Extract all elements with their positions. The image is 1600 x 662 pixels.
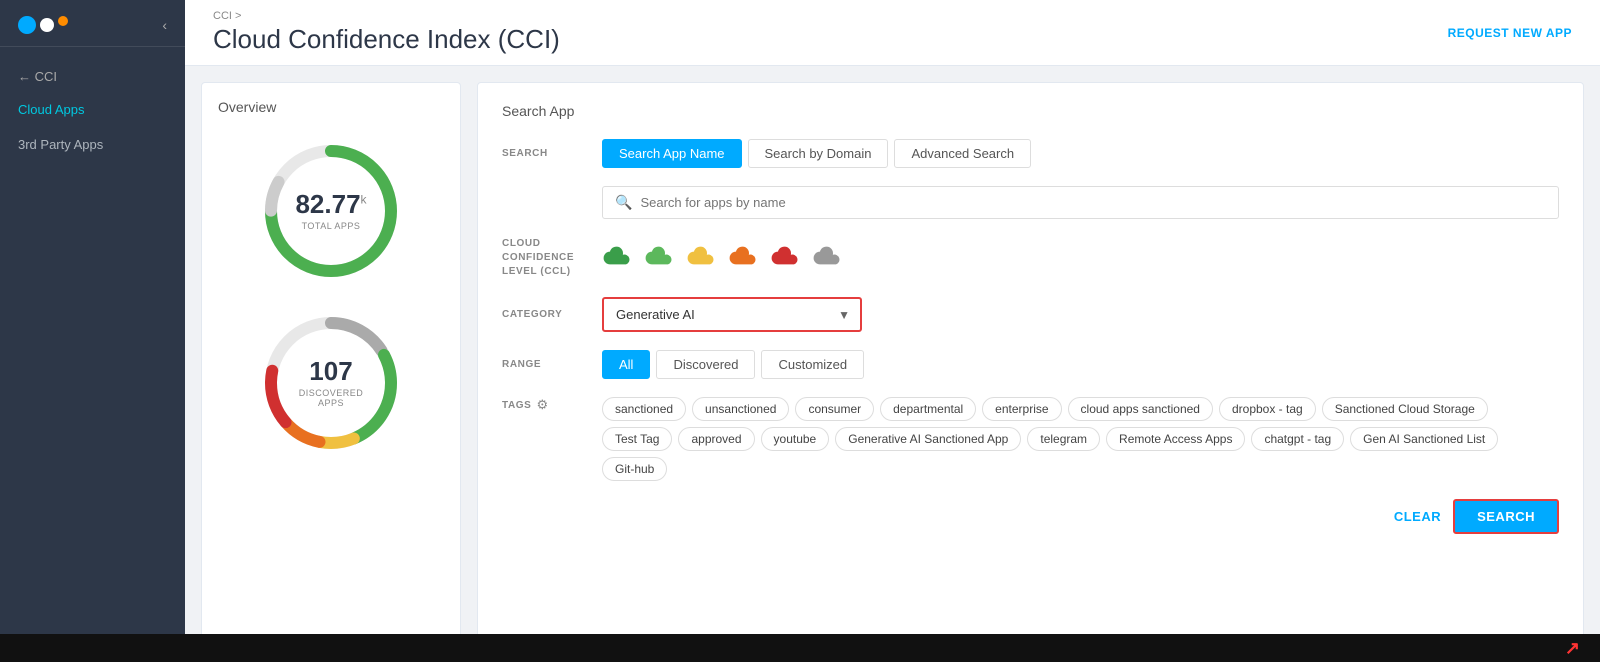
breadcrumb: CCI > xyxy=(213,10,560,22)
range-tab-all[interactable]: All xyxy=(602,350,650,379)
logo-circle-blue xyxy=(18,16,36,34)
page-title: Cloud Confidence Index (CCI) xyxy=(213,24,560,55)
category-select[interactable]: Generative AI Cloud Storage Collaboratio… xyxy=(604,299,828,330)
tag-item[interactable]: chatgpt - tag xyxy=(1251,427,1344,451)
discovered-apps-donut: 107 DISCOVERED APPS xyxy=(251,303,411,463)
total-apps-label: TOTAL APPS xyxy=(295,221,366,231)
sidebar-item-third-party-apps[interactable]: 3rd Party Apps xyxy=(0,127,185,162)
header-left: CCI > Cloud Confidence Index (CCI) xyxy=(213,10,560,55)
tags-label-wrap: TAGS ⚙ xyxy=(502,397,602,413)
cloud-gray[interactable] xyxy=(812,246,844,270)
sidebar-nav: ← CCI Cloud Apps 3rd Party Apps xyxy=(0,47,185,176)
sidebar-back-button[interactable]: ← CCI xyxy=(0,61,185,92)
tag-item[interactable]: Sanctioned Cloud Storage xyxy=(1322,397,1488,421)
actions-row: CLEAR SEARCH xyxy=(502,499,1559,534)
total-apps-donut: 82.77k TOTAL APPS xyxy=(251,131,411,291)
search-label: SEARCH xyxy=(502,148,602,159)
total-apps-center: 82.77k TOTAL APPS xyxy=(295,191,366,231)
tag-item[interactable]: cloud apps sanctioned xyxy=(1068,397,1213,421)
tag-item[interactable]: unsanctioned xyxy=(692,397,789,421)
search-button[interactable]: SEARCH xyxy=(1453,499,1559,534)
range-tab-customized[interactable]: Customized xyxy=(761,350,864,379)
cloud-green-light[interactable] xyxy=(644,246,676,270)
logo-circle-white xyxy=(40,18,54,32)
search-tabs: Search App Name Search by Domain Advance… xyxy=(602,139,1031,168)
logo-circle-orange xyxy=(58,16,68,26)
cloud-orange[interactable] xyxy=(728,246,760,270)
tag-item[interactable]: sanctioned xyxy=(602,397,686,421)
tab-advanced-search[interactable]: Advanced Search xyxy=(894,139,1031,168)
category-label: CATEGORY xyxy=(502,309,602,320)
cloud-yellow[interactable] xyxy=(686,246,718,270)
logo xyxy=(18,16,68,34)
overview-title: Overview xyxy=(218,99,276,115)
gear-icon[interactable]: ⚙ xyxy=(536,397,548,413)
overview-panel: Overview 82.77k xyxy=(201,82,461,646)
discovered-apps-value: 107 xyxy=(291,358,371,384)
ccl-row: CLOUDCONFIDENCELEVEL (CCL) xyxy=(502,237,1559,279)
tags-row: TAGS ⚙ sanctionedunsanctionedconsumerdep… xyxy=(502,397,1559,481)
range-tabs: All Discovered Customized xyxy=(602,350,864,379)
tag-item[interactable]: enterprise xyxy=(982,397,1061,421)
range-label: RANGE xyxy=(502,359,602,370)
total-apps-value: 82.77k xyxy=(295,191,366,217)
tag-item[interactable]: telegram xyxy=(1027,427,1100,451)
collapse-button[interactable]: ‹ xyxy=(162,17,167,33)
search-input-wrapper: 🔍 xyxy=(602,186,1559,219)
search-panel: Search App SEARCH Search App Name Search… xyxy=(477,82,1584,646)
category-row: CATEGORY Generative AI Cloud Storage Col… xyxy=(502,297,1559,332)
bottom-bar: ↗ xyxy=(0,634,1600,662)
discovered-apps-center: 107 DISCOVERED APPS xyxy=(291,358,371,408)
request-new-app-button[interactable]: REQUEST NEW APP xyxy=(1448,26,1572,40)
sidebar-item-cloud-apps[interactable]: Cloud Apps xyxy=(0,92,185,127)
donut-container: 82.77k TOTAL APPS xyxy=(218,131,444,463)
tab-search-by-domain[interactable]: Search by Domain xyxy=(748,139,889,168)
search-input[interactable] xyxy=(640,195,1546,210)
clear-button[interactable]: CLEAR xyxy=(1394,509,1441,524)
search-type-row: SEARCH Search App Name Search by Domain … xyxy=(502,139,1559,168)
chevron-down-icon: ▼ xyxy=(828,308,860,322)
tab-search-app-name[interactable]: Search App Name xyxy=(602,139,742,168)
tag-item[interactable]: Remote Access Apps xyxy=(1106,427,1245,451)
content-area: Overview 82.77k xyxy=(185,66,1600,662)
cloud-green-dark[interactable] xyxy=(602,246,634,270)
tags-container: sanctionedunsanctionedconsumerdepartment… xyxy=(602,397,1559,481)
search-input-row: 🔍 xyxy=(502,186,1559,219)
tag-item[interactable]: approved xyxy=(678,427,754,451)
header: CCI > Cloud Confidence Index (CCI) REQUE… xyxy=(185,0,1600,66)
main-content: CCI > Cloud Confidence Index (CCI) REQUE… xyxy=(185,0,1600,662)
tag-item[interactable]: Git-hub xyxy=(602,457,667,481)
discovered-apps-label: DISCOVERED APPS xyxy=(291,388,371,408)
search-panel-title: Search App xyxy=(502,103,1559,119)
sidebar: ‹ ← CCI Cloud Apps 3rd Party Apps xyxy=(0,0,185,662)
category-select-wrapper: Generative AI Cloud Storage Collaboratio… xyxy=(602,297,862,332)
tag-item[interactable]: dropbox - tag xyxy=(1219,397,1316,421)
tag-item[interactable]: Generative AI Sanctioned App xyxy=(835,427,1021,451)
range-row: RANGE All Discovered Customized xyxy=(502,350,1559,379)
tags-label: TAGS xyxy=(502,400,531,411)
tag-item[interactable]: Test Tag xyxy=(602,427,672,451)
tag-item[interactable]: departmental xyxy=(880,397,976,421)
tag-item[interactable]: Gen AI Sanctioned List xyxy=(1350,427,1498,451)
tag-item[interactable]: consumer xyxy=(795,397,874,421)
cloud-red[interactable] xyxy=(770,246,802,270)
tag-item[interactable]: youtube xyxy=(761,427,830,451)
arrow-icon: ↗ xyxy=(1565,638,1580,659)
search-icon: 🔍 xyxy=(615,194,632,211)
sidebar-logo: ‹ xyxy=(0,0,185,47)
ccl-clouds xyxy=(602,246,844,270)
range-tab-discovered[interactable]: Discovered xyxy=(656,350,755,379)
ccl-label: CLOUDCONFIDENCELEVEL (CCL) xyxy=(502,237,602,279)
